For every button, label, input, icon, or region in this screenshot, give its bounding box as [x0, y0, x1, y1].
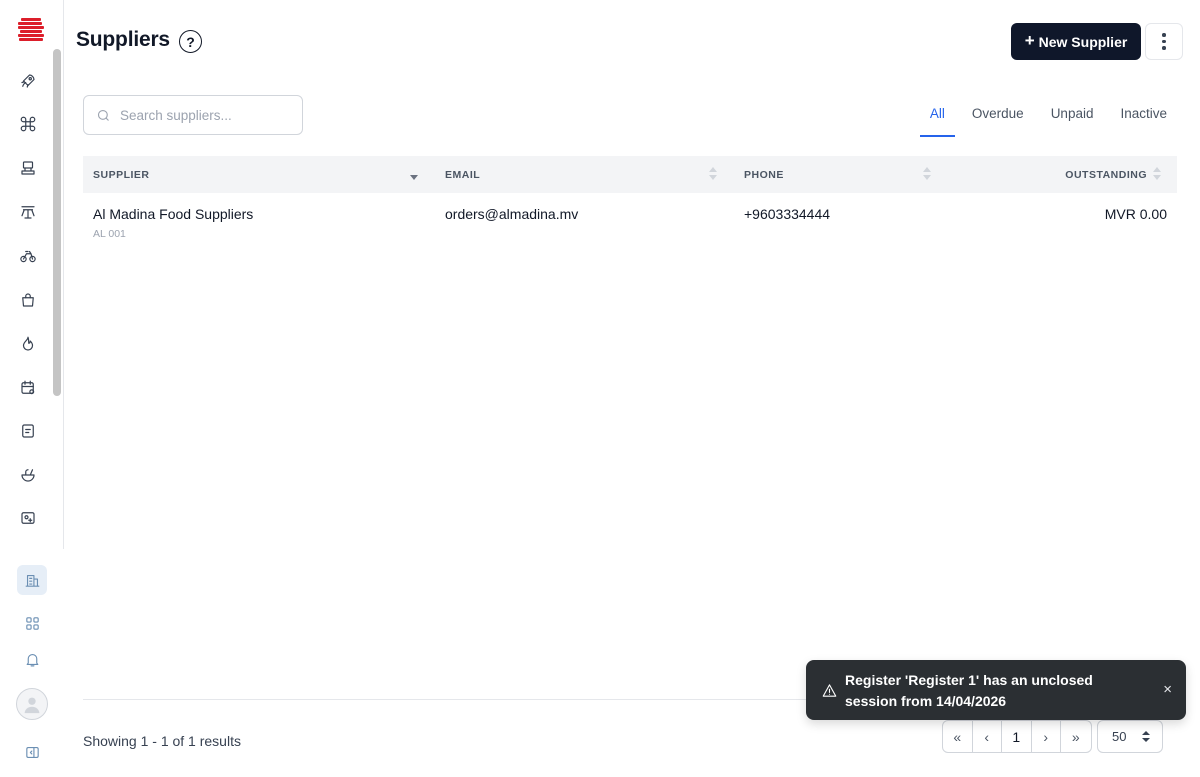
image-add-icon[interactable] [16, 506, 40, 530]
supplier-phone: +9603334444 [744, 206, 831, 222]
sort-icon[interactable] [709, 167, 717, 183]
food-bowl-icon[interactable] [16, 463, 40, 487]
sidebar-scrollbar[interactable] [53, 49, 61, 396]
register-icon[interactable] [16, 156, 40, 180]
page-1-button[interactable]: 1 [1002, 721, 1032, 752]
column-header-outstanding[interactable]: OUTSTANDING [1065, 156, 1147, 193]
select-arrows-icon [1142, 731, 1150, 743]
bag-icon[interactable] [16, 288, 40, 312]
pagination: « ‹ 1 › » [942, 720, 1092, 753]
per-page-select[interactable]: 50 [1097, 720, 1163, 753]
brand-logo[interactable] [18, 18, 44, 44]
sort-icon[interactable] [410, 167, 418, 183]
supplier-outstanding: MVR 0.00 [1104, 206, 1167, 222]
new-supplier-button[interactable]: + New Supplier [1011, 23, 1141, 60]
tab-unpaid[interactable]: Unpaid [1041, 96, 1104, 137]
receipt-icon[interactable] [16, 419, 40, 443]
toast-message: Register 'Register 1' has an unclosed se… [845, 672, 1093, 709]
last-page-button[interactable]: » [1061, 721, 1091, 752]
sort-icon[interactable] [923, 167, 931, 183]
page-title: Suppliers [76, 28, 170, 51]
filter-tabs: All Overdue Unpaid Inactive [913, 96, 1177, 137]
search-icon [97, 109, 109, 121]
results-count: Showing 1 - 1 of 1 results [83, 733, 241, 749]
first-page-button[interactable]: « [943, 721, 973, 752]
next-page-button[interactable]: › [1032, 721, 1061, 752]
supplier-email: orders@almadina.mv [445, 206, 579, 222]
column-header-phone[interactable]: PHONE [744, 156, 784, 193]
search-box [83, 95, 303, 135]
column-header-supplier[interactable]: SUPPLIER [93, 156, 150, 193]
tab-inactive[interactable]: Inactive [1110, 96, 1177, 137]
table-header: SUPPLIER EMAIL PHONE OUTSTANDING [83, 156, 1177, 193]
user-avatar-icon[interactable] [16, 688, 48, 720]
sidebar-divider [63, 0, 64, 549]
command-icon[interactable] [16, 112, 40, 136]
warning-icon [822, 683, 837, 698]
notification-toast: Register 'Register 1' has an unclosed se… [806, 660, 1186, 720]
tab-all[interactable]: All [919, 96, 955, 137]
building-icon[interactable] [17, 565, 47, 595]
new-supplier-label: New Supplier [1038, 33, 1128, 50]
help-icon[interactable]: ? [179, 30, 202, 53]
supplier-name[interactable]: Al Madina Food Suppliers [93, 206, 253, 222]
per-page-value: 50 [1112, 729, 1127, 744]
bell-icon[interactable] [17, 644, 47, 674]
column-header-email[interactable]: EMAIL [445, 156, 480, 193]
sort-icon[interactable] [1153, 167, 1161, 183]
table-row[interactable]: Al Madina Food Suppliers AL 001 orders@a… [83, 193, 1177, 245]
flame-icon[interactable] [16, 332, 40, 356]
search-input[interactable] [120, 107, 290, 123]
table-icon[interactable] [16, 200, 40, 224]
bicycle-icon[interactable] [16, 244, 40, 268]
grid-icon[interactable] [17, 608, 47, 638]
plus-icon: + [1024, 31, 1035, 50]
calendar-settings-icon[interactable] [16, 376, 40, 400]
supplier-code: AL 001 [93, 228, 126, 240]
rocket-icon[interactable] [16, 69, 40, 93]
close-icon[interactable]: × [1163, 682, 1172, 697]
prev-page-button[interactable]: ‹ [973, 721, 1002, 752]
collapse-sidebar-icon[interactable] [17, 737, 47, 767]
tab-overdue[interactable]: Overdue [962, 96, 1034, 137]
more-options-button[interactable] [1145, 23, 1183, 60]
